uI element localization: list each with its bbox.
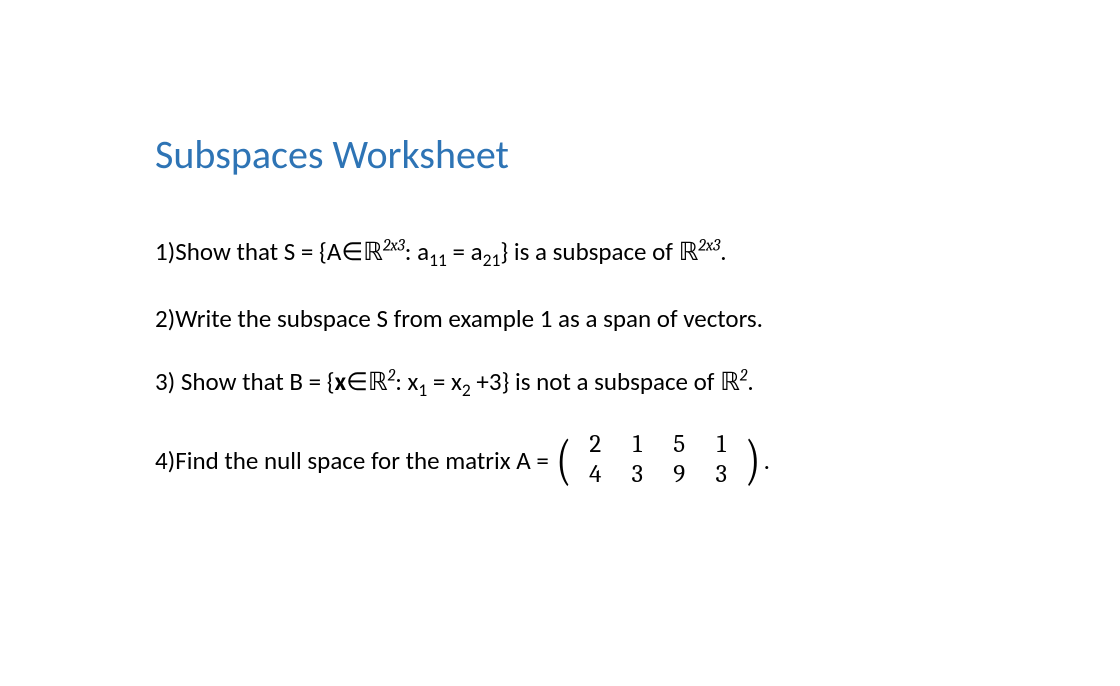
element-of-symbol: ∈ [346, 368, 368, 397]
problem-1-number: 1) [155, 236, 175, 267]
problem-3-text: : x [395, 366, 418, 397]
problem-1-text: : a [405, 236, 429, 267]
problem-1-text: = a [447, 236, 483, 267]
real-numbers-symbol: ℝ [679, 238, 699, 267]
problem-2-number: 2) [155, 303, 175, 334]
problem-3-text: Show that B = { [175, 366, 334, 397]
matrix-row-2: 4 3 9 3 [574, 460, 742, 490]
matrix-cell: 9 [658, 460, 700, 490]
matrix-cell: 4 [574, 460, 616, 490]
matrix-cell: 1 [616, 430, 658, 460]
problem-2-text: Write the subspace S from example 1 as a… [175, 303, 763, 334]
element-of-symbol: ∈ [341, 238, 363, 267]
superscript: 2x3 [698, 237, 720, 256]
problem-1: 1)Show that S = {A∈ℝ2x3: a11 = a21} is a… [155, 234, 965, 273]
problem-4: 4)Find the null space for the matrix A =… [155, 430, 965, 490]
matrix-cell: 1 [700, 430, 742, 460]
problem-2: 2)Write the subspace S from example 1 as… [155, 301, 965, 336]
matrix-row-1: 2 1 5 1 [574, 430, 742, 460]
subscript: 2 [462, 379, 471, 401]
matrix-cell: 2 [574, 430, 616, 460]
matrix-cell: 3 [616, 460, 658, 490]
problem-1-text: } is a subspace of [500, 236, 678, 267]
left-paren-icon: ( [556, 438, 571, 483]
problem-4-text: . [764, 443, 770, 478]
real-numbers-symbol: ℝ [363, 238, 383, 267]
problem-1-text: . [720, 236, 726, 267]
problem-4-text: Find the null space for the matrix A = [175, 443, 549, 478]
matrix-body: 2 1 5 1 4 3 9 3 [574, 430, 742, 490]
problem-3-number: 3) [155, 366, 175, 397]
problem-3-text: = x [427, 366, 462, 397]
subscript: 21 [483, 249, 501, 271]
problem-3-text: . [747, 366, 753, 397]
bold-x: x [335, 366, 347, 397]
superscript: 2x3 [383, 237, 405, 256]
real-numbers-symbol: ℝ [368, 368, 388, 397]
real-numbers-symbol: ℝ [720, 368, 740, 397]
problem-3: 3) Show that B = {x∈ℝ2: x1 = x2 +3} is n… [155, 364, 965, 403]
problem-3-text: +3} is not a subspace of [471, 366, 720, 397]
matrix-cell: 3 [700, 460, 742, 490]
subscript: 11 [429, 249, 447, 271]
matrix-a: ( 2 1 5 1 4 3 9 3 ) [553, 430, 764, 490]
matrix-cell: 5 [658, 430, 700, 460]
right-paren-icon: ) [745, 438, 760, 483]
page-title: Subspaces Worksheet [155, 130, 965, 179]
problem-1-text: Show that S = {A [175, 236, 341, 267]
problem-4-number: 4) [155, 443, 175, 478]
subscript: 1 [418, 379, 427, 401]
